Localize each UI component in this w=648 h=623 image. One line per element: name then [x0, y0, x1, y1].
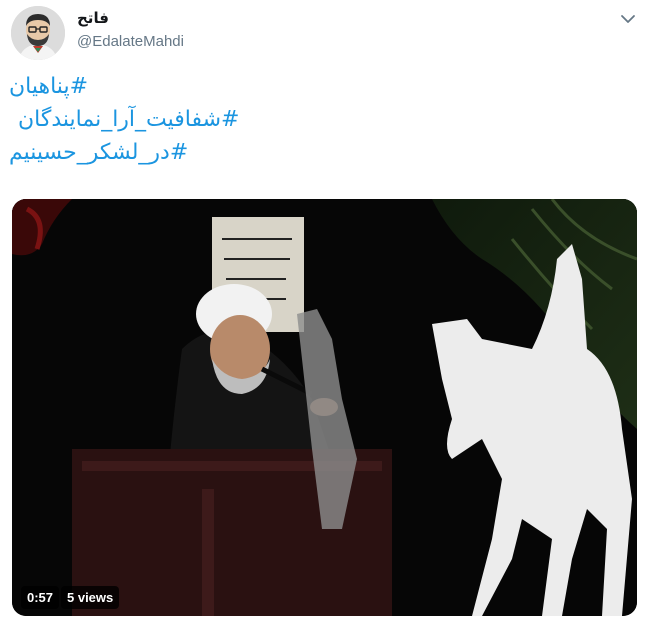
video-frame [12, 199, 637, 616]
tweet-card: فاتح @EdalateMahdi #پناهیان #شفافیت_آرا_… [0, 0, 648, 623]
chevron-down-icon [621, 15, 635, 23]
video-duration-badge: 0:57 [21, 586, 60, 609]
hashtag-link[interactable]: #پناهیان [8, 70, 638, 103]
video-player[interactable] [12, 199, 637, 616]
tweet-text: #پناهیان #شفافیت_آرا_نمایندگان #در_لشکر_… [8, 70, 638, 169]
author-display-name[interactable]: فاتح [77, 9, 109, 27]
video-views-badge: 5 views [61, 586, 120, 609]
avatar-illustration [11, 6, 65, 60]
author-handle[interactable]: @EdalateMahdi [77, 33, 184, 50]
tweet-menu-button[interactable] [617, 8, 639, 30]
hashtag-link[interactable]: #در_لشکر_حسینیم [8, 136, 638, 169]
avatar[interactable] [11, 6, 65, 60]
hashtag-link[interactable]: #شفافیت_آرا_نمایندگان [8, 103, 638, 136]
